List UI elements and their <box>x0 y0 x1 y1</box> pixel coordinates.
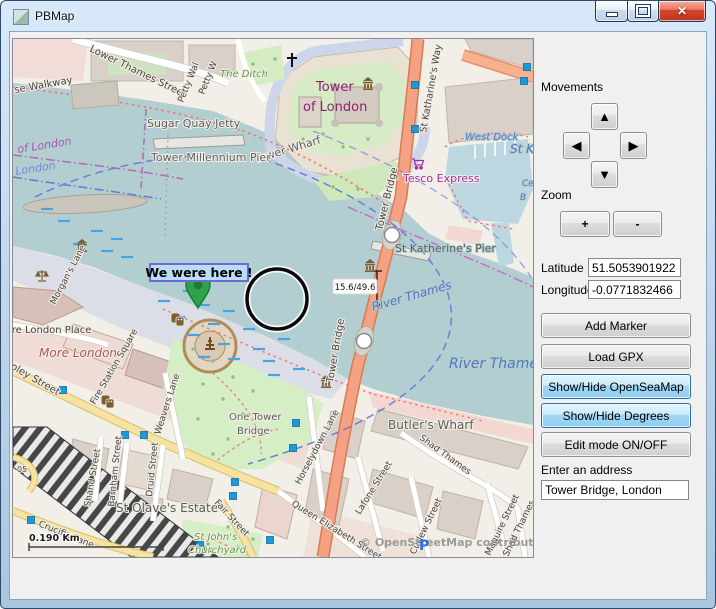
seamark-square <box>524 64 531 71</box>
window-title: PBMap <box>35 9 74 23</box>
map-label: Butler's Wharf <box>388 418 474 432</box>
tree-dot <box>211 359 214 362</box>
tree-dot <box>221 397 224 400</box>
tree-dot <box>191 347 194 350</box>
latitude-label: Latitude <box>541 261 584 275</box>
tree-dot <box>366 137 369 140</box>
parking-icon: P <box>419 538 429 554</box>
map-label: B <box>520 193 526 203</box>
map-label: One Tower <box>229 412 282 423</box>
address-input[interactable] <box>541 480 689 500</box>
minimize-icon <box>606 12 618 17</box>
seamark-square <box>521 78 528 85</box>
marker-tooltip-text: We were here ! <box>145 265 252 280</box>
map-label: River Thames <box>449 356 533 372</box>
tree-dot <box>196 417 199 420</box>
seamark-square <box>232 479 239 486</box>
map-label: Ce <box>522 179 533 189</box>
movements-label: Movements <box>541 80 603 94</box>
map-label: Tower <box>315 80 354 95</box>
address-label: Enter an address <box>541 463 632 477</box>
tree-dot <box>211 452 214 455</box>
marker-tooltip: We were here ! <box>145 264 252 281</box>
zoom-label: Zoom <box>541 188 572 202</box>
map-label: More London <box>39 346 117 360</box>
map-viewport[interactable]: 15.6/49.6 se WalkwayLower Thames StreetS… <box>12 38 534 558</box>
seamark-square <box>412 82 419 89</box>
longitude-input[interactable] <box>588 280 681 299</box>
close-button[interactable]: ✕ <box>658 1 706 22</box>
map-label: The Ditch <box>220 69 268 80</box>
title-bar[interactable]: PBMap ✕ <box>1 1 715 31</box>
tree-dot <box>251 537 254 540</box>
map-label: St Olave's Estate <box>116 501 218 515</box>
map-label: St John's <box>194 532 237 543</box>
client-area: 15.6/49.6 se WalkwayLower Thames StreetS… <box>9 31 707 600</box>
map-label: of London <box>303 100 367 115</box>
tree-dot <box>201 382 204 385</box>
map-label: Tower Millennium Pier <box>150 151 271 164</box>
tree-dot <box>273 57 276 60</box>
sugar-quay-jetty <box>71 81 119 109</box>
minimize-button[interactable] <box>595 1 628 22</box>
tree-dot <box>251 62 254 65</box>
seamark-square <box>293 420 300 427</box>
map-label: St Katherine's Pier <box>395 242 496 255</box>
add-marker-button[interactable]: Add Marker <box>541 313 691 338</box>
tree-dot <box>226 437 229 440</box>
zoom-out-button[interactable]: - <box>613 211 662 237</box>
maximize-icon <box>636 5 650 17</box>
tree-dot <box>231 375 234 378</box>
map-label: St Ka <box>510 142 533 156</box>
map-label: Tesco Express <box>402 172 480 185</box>
move-left-button[interactable]: ◀ <box>563 132 590 159</box>
tree-dot <box>226 525 229 528</box>
tree-dot <box>321 132 324 135</box>
seamark-square <box>141 432 148 439</box>
move-down-button[interactable]: ▼ <box>591 161 618 188</box>
seamark-square <box>267 537 274 544</box>
map-label: 05 <box>17 465 27 474</box>
load-gpx-button[interactable]: Load GPX <box>541 344 691 369</box>
map-attribution: © OpenStreetMap contributors <box>360 536 533 549</box>
toggle-degrees-button[interactable]: Show/Hide Degrees <box>541 403 691 428</box>
longitude-label: Longitude <box>541 283 594 297</box>
toggle-openseamap-button[interactable]: Show/Hide OpenSeaMap <box>541 374 691 399</box>
seamark-square <box>28 517 35 524</box>
maximize-button[interactable] <box>627 1 659 22</box>
map-label: Churchyard <box>188 545 247 556</box>
map-label: More London Place <box>13 325 91 336</box>
move-up-button[interactable]: ▲ <box>591 103 618 130</box>
move-right-button[interactable]: ▶ <box>620 132 647 159</box>
edit-mode-button[interactable]: Edit mode ON/OFF <box>541 432 691 457</box>
bridge-clearance-text: 15.6/49.6 <box>335 283 376 293</box>
tree-dot <box>331 185 334 188</box>
map-label: Sugar Quay Jetty <box>147 117 241 130</box>
seamark-square <box>290 445 297 452</box>
tree-dot <box>356 187 359 190</box>
app-window: PBMap ✕ <box>0 0 716 609</box>
latitude-input[interactable] <box>588 258 681 277</box>
seamark-square <box>230 493 237 500</box>
zoom-in-button[interactable]: + <box>560 211 610 237</box>
tree-dot <box>341 145 344 148</box>
tree-dot <box>251 389 254 392</box>
app-icon <box>13 9 29 25</box>
map-label: Bridge <box>237 426 270 437</box>
scale-text: 0.190 Km <box>29 533 80 544</box>
close-icon: ✕ <box>677 5 687 17</box>
